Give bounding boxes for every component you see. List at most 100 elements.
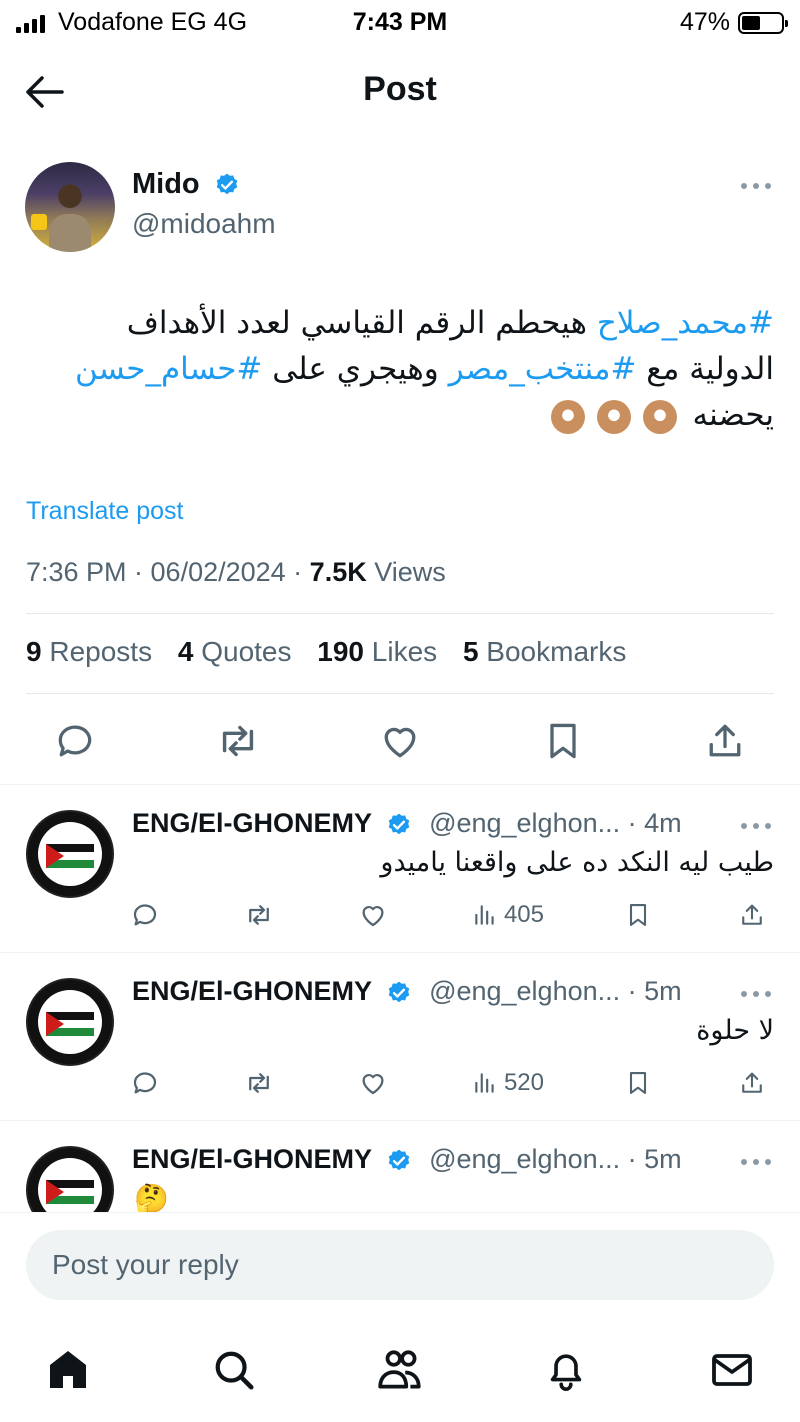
battery-icon — [738, 12, 788, 34]
search-icon — [215, 1351, 254, 1390]
bell-icon — [550, 1354, 582, 1391]
more-dots-icon — [741, 1159, 771, 1165]
reply-actions: 405 — [130, 898, 772, 932]
nav-communities[interactable] — [372, 1342, 428, 1398]
author-handle[interactable]: @midoahm — [132, 208, 276, 240]
reply-actions: 520 — [130, 1066, 772, 1100]
translate-post-link[interactable]: Translate post — [26, 497, 183, 526]
views-button[interactable]: 520 — [472, 1069, 544, 1097]
reply-author-name[interactable]: ENG/El-GHONEMY — [132, 976, 372, 1006]
reply-views-count: 520 — [503, 1069, 544, 1096]
engagement-stats: 9 Reposts 4 Quotes 190 Likes 5 Bookmarks — [26, 636, 626, 668]
verified-badge-icon — [216, 173, 238, 195]
bottom-navigation — [40, 1342, 760, 1398]
verified-badge-icon — [388, 981, 409, 1003]
share-icon — [709, 724, 741, 757]
author-name-row[interactable]: Mido — [132, 168, 240, 201]
hashtag-link[interactable]: #منتخب_مصر — [449, 351, 637, 387]
reply-text: لا حلوة — [696, 1015, 774, 1046]
post-text-segment: يحضنه — [692, 397, 775, 433]
views-button[interactable]: 405 — [472, 901, 544, 929]
repost-icon — [249, 905, 269, 925]
share-icon — [742, 904, 762, 925]
reply-more-button[interactable] — [740, 818, 772, 836]
reply-author-handle[interactable]: @eng_elghon... — [429, 808, 620, 838]
reply-text: 🤔 — [134, 1183, 169, 1214]
nav-search[interactable] — [206, 1342, 262, 1398]
hashtag-link[interactable]: #محمد_صلاح — [597, 305, 774, 341]
home-icon — [50, 1351, 86, 1388]
reply-more-button[interactable] — [740, 1154, 772, 1172]
bookmark-icon — [549, 723, 576, 759]
divider — [0, 784, 800, 785]
bookmark-icon — [629, 1072, 647, 1094]
status-bar: Vodafone EG 4G 7:43 PM 47% — [0, 0, 800, 46]
reply-time: · 5m — [620, 976, 682, 1006]
reply-author-avatar[interactable] — [26, 978, 114, 1066]
battery-percent: 47% — [679, 8, 730, 36]
like-button[interactable] — [358, 900, 392, 930]
reply-text: طيب ليه النكد ده على واقعنا ياميدو — [380, 847, 774, 878]
quotes-stat[interactable]: 4 Quotes — [178, 636, 292, 667]
reply-composer-input[interactable]: Post your reply — [26, 1230, 774, 1300]
like-button[interactable] — [358, 1068, 392, 1098]
verified-badge-icon — [388, 813, 409, 835]
likes-stat[interactable]: 190 Likes — [317, 636, 437, 667]
bookmark-button[interactable] — [538, 716, 588, 766]
ok-hand-emoji-icon — [550, 399, 585, 434]
divider — [26, 613, 774, 614]
post-text-segment: وهيجري على — [262, 351, 449, 387]
reply-time: · 4m — [620, 808, 682, 838]
nav-home[interactable] — [40, 1342, 96, 1398]
post-text-segment: هيحطم الرقم القياسي لعدد الأهداف — [126, 305, 597, 341]
share-button[interactable] — [738, 901, 772, 929]
post-actions — [50, 716, 750, 766]
repost-icon — [249, 1073, 269, 1093]
author-avatar[interactable] — [25, 162, 115, 252]
reply-button[interactable] — [130, 900, 164, 930]
reply-time: · 5m — [620, 1144, 682, 1174]
ok-hand-emoji-icon — [596, 399, 631, 434]
reply-icon — [58, 725, 92, 757]
author-name[interactable]: Mido — [132, 168, 200, 200]
ok-hand-emoji-icon — [642, 399, 677, 434]
reply-more-button[interactable] — [740, 986, 772, 1004]
reposts-stat[interactable]: 9 Reposts — [26, 636, 152, 667]
more-dots-icon — [741, 823, 771, 829]
reply-icon — [133, 1072, 157, 1094]
bookmark-button[interactable] — [624, 901, 658, 929]
reply-views-count: 405 — [503, 901, 544, 928]
reply-author-handle[interactable]: @eng_elghon... — [429, 1144, 620, 1174]
verified-badge-icon — [388, 1149, 409, 1171]
nav-notifications[interactable] — [538, 1342, 594, 1398]
like-button[interactable] — [375, 716, 425, 766]
divider — [0, 1120, 800, 1121]
bookmarks-stat[interactable]: 5 Bookmarks — [463, 636, 626, 667]
reply-author-name[interactable]: ENG/El-GHONEMY — [132, 808, 372, 838]
repost-button[interactable] — [213, 716, 263, 766]
reply-header: ENG/El-GHONEMY @eng_elghon... · 4m — [132, 808, 682, 839]
reply-author-name[interactable]: ENG/El-GHONEMY — [132, 1144, 372, 1174]
heart-icon — [384, 727, 416, 758]
post-meta: 7:36 PM · 06/02/2024 · 7.5K Views — [26, 557, 446, 588]
page-title: Post — [363, 70, 437, 108]
more-dots-icon — [741, 991, 771, 997]
post-timestamp: 7:36 PM · 06/02/2024 · — [26, 557, 310, 587]
divider — [0, 1212, 800, 1213]
hashtag-link[interactable]: #حسام_حسن — [75, 351, 262, 387]
views-count: 7.5K — [309, 557, 367, 587]
communities-icon — [378, 1350, 421, 1389]
reply-button[interactable] — [50, 716, 100, 766]
mail-icon — [712, 1354, 752, 1386]
reply-author-avatar[interactable] — [26, 810, 114, 898]
repost-button[interactable] — [244, 1068, 278, 1098]
nav-messages[interactable] — [704, 1342, 760, 1398]
bookmark-button[interactable] — [624, 1069, 658, 1097]
share-button[interactable] — [700, 716, 750, 766]
divider — [26, 693, 774, 694]
reply-author-handle[interactable]: @eng_elghon... — [429, 976, 620, 1006]
more-options-button[interactable] — [740, 178, 772, 196]
repost-button[interactable] — [244, 900, 278, 930]
reply-button[interactable] — [130, 1068, 164, 1098]
share-button[interactable] — [738, 1069, 772, 1097]
